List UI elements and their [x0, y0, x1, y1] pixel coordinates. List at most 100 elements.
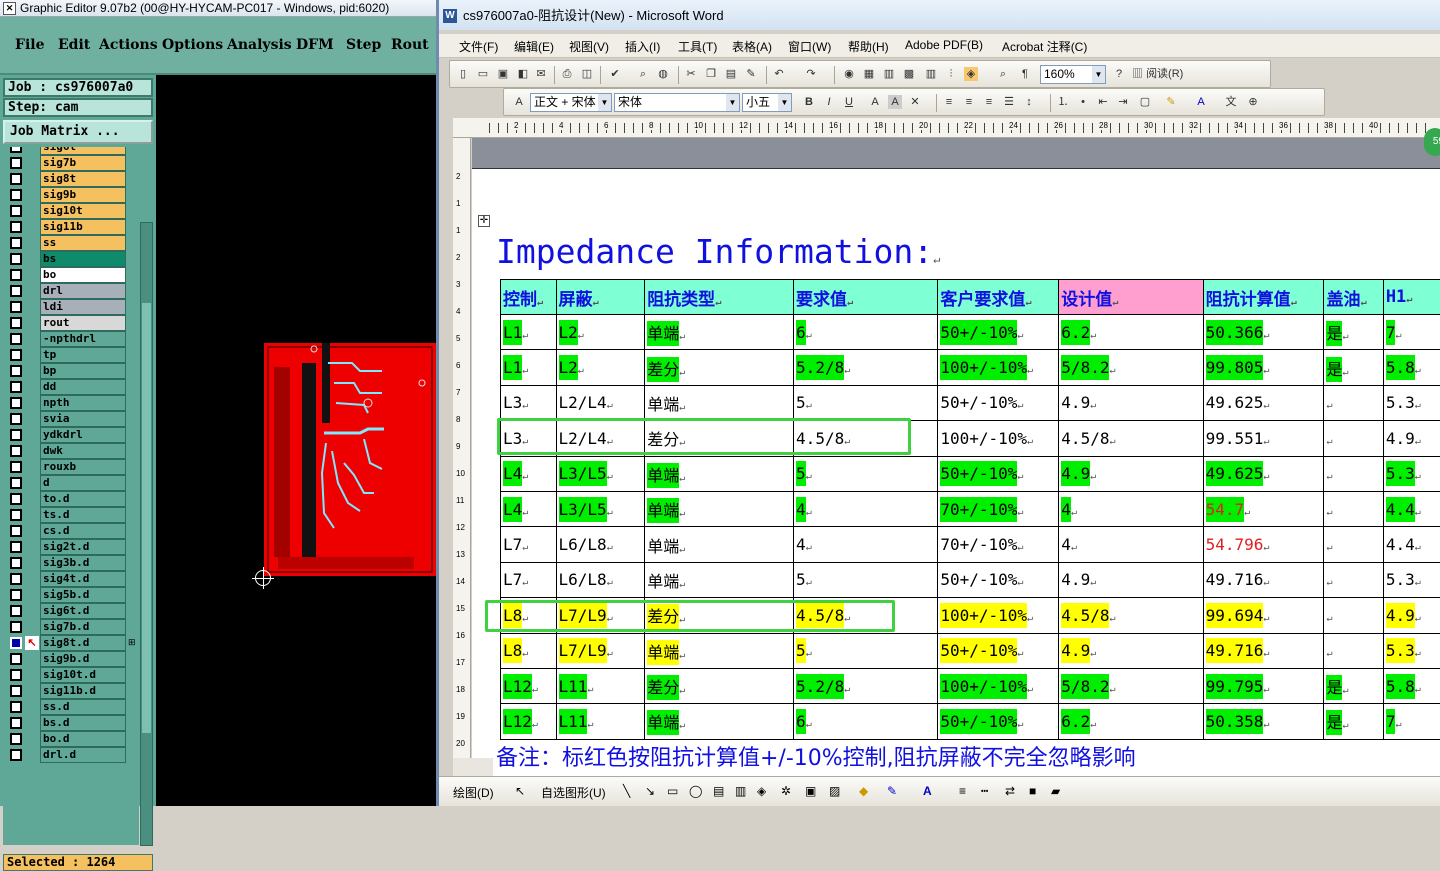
layer-checkbox[interactable] [10, 301, 22, 313]
columns-icon[interactable]: ▥ [924, 67, 938, 81]
layer-name[interactable]: sig3b.d [40, 555, 126, 571]
header-cell[interactable]: 控制↵ [501, 280, 557, 315]
table-cell[interactable]: ↵ [1324, 527, 1383, 562]
layer-name[interactable]: npth [40, 395, 126, 411]
layer-row[interactable]: sig9b.d [3, 651, 139, 667]
layer-checkbox[interactable] [10, 237, 22, 249]
table-cell[interactable]: L7↵ [501, 562, 557, 597]
table-cell[interactable]: 是↵ [1324, 315, 1383, 350]
layer-row[interactable]: ldi [3, 299, 139, 315]
table-cell[interactable]: 4.4↵ [1383, 527, 1440, 562]
layer-name[interactable]: ss.d [40, 699, 126, 715]
layer-name[interactable]: sig2t.d [40, 539, 126, 555]
arrow-icon[interactable]: ↘ [645, 784, 655, 798]
table-cell[interactable]: 差分↵ [645, 668, 794, 703]
header-cell[interactable]: 阻抗类型↵ [645, 280, 794, 315]
research-icon[interactable]: ⌕ [636, 67, 650, 81]
table-cell[interactable]: L1↵ [501, 315, 557, 350]
layer-row[interactable]: svia [3, 411, 139, 427]
layer-checkbox[interactable] [10, 317, 22, 329]
table-cell[interactable]: 50+/-10%↵ [938, 456, 1059, 491]
table-cell[interactable]: ↵ [1324, 456, 1383, 491]
header-cell[interactable]: 要求值↵ [794, 280, 938, 315]
layer-list[interactable]: sig6tsig7bsig8tsig9bsig10tsig11bssbsbodr… [3, 147, 139, 845]
table-cell[interactable]: L2/L4↵ [556, 385, 645, 420]
layer-checkbox[interactable] [10, 189, 22, 201]
autoshapes-menu[interactable]: 自选图形(U) [541, 784, 606, 801]
layer-checkbox[interactable] [10, 205, 22, 217]
layer-row[interactable]: sig7b [3, 155, 139, 171]
menu-tools[interactable]: 工具(T) [678, 38, 717, 55]
layer-row[interactable]: sig10t.d [3, 667, 139, 683]
menu-file[interactable]: File [15, 37, 44, 53]
layer-name[interactable]: ydkdrl [40, 427, 126, 443]
document-page[interactable]: ✛ Impedance Information:↵ 控制↵ 屏蔽↵ 阻抗类型↵ … [472, 138, 1440, 776]
layer-row[interactable]: ↖sig8t.d⊞ [3, 635, 139, 651]
table-cell[interactable]: 5.3↵ [1383, 385, 1440, 420]
layer-row[interactable]: cs.d [3, 523, 139, 539]
graphic-editor-titlebar[interactable]: ✕ Graphic Editor 9.07b2 (00@HY-HYCAM-PC0… [0, 0, 436, 17]
table-cell[interactable]: 4.5/8↵ [1059, 421, 1203, 456]
undo-icon[interactable]: ↶ [772, 67, 786, 81]
table-cell[interactable]: 100+/-10%↵ [938, 350, 1059, 385]
menu-options[interactable]: Options [162, 37, 223, 53]
picture-icon[interactable]: ▨ [829, 784, 840, 798]
table-cell[interactable]: 70+/-10%↵ [938, 491, 1059, 526]
layer-checkbox[interactable] [10, 573, 22, 585]
distributed-icon[interactable]: ☰ [1002, 95, 1016, 109]
layer-row[interactable]: sig11b.d [3, 683, 139, 699]
layer-name[interactable]: ts.d [40, 507, 126, 523]
layer-name[interactable]: sig8t.d [40, 635, 126, 651]
paste-icon[interactable]: ▤ [724, 67, 738, 81]
layer-row[interactable]: sig2t.d [3, 539, 139, 555]
table-cell[interactable]: 5↵ [794, 456, 938, 491]
graphics-canvas[interactable] [156, 75, 436, 806]
layer-name[interactable]: sig7b [40, 155, 126, 171]
layer-name[interactable]: bo.d [40, 731, 126, 747]
table-cell[interactable]: 5↵ [794, 633, 938, 668]
layer-checkbox[interactable] [10, 605, 22, 617]
table-cell[interactable]: L4↵ [501, 456, 557, 491]
layer-name[interactable]: drl [40, 283, 126, 299]
print-icon[interactable]: ⎙ [560, 67, 574, 81]
char-border-icon[interactable]: A [868, 95, 882, 109]
layer-name[interactable]: sig11b [40, 219, 126, 235]
layer-checkbox[interactable] [10, 701, 22, 713]
underline-icon[interactable]: U [842, 95, 856, 109]
align-center-icon[interactable]: ≡ [962, 95, 976, 109]
layer-name[interactable]: dwk [40, 443, 126, 459]
table-move-handle-icon[interactable]: ✛ [478, 215, 490, 227]
layer-row[interactable]: dwk [3, 443, 139, 459]
table-cell[interactable]: L12↵ [501, 668, 557, 703]
layer-row[interactable]: dd [3, 379, 139, 395]
layer-row[interactable]: -npthdrl [3, 331, 139, 347]
table-cell[interactable]: 4.5/8↵ [1059, 598, 1203, 633]
table-cell[interactable]: 7↵ [1383, 315, 1440, 350]
print-preview-icon[interactable]: ◫ [580, 67, 594, 81]
table-cell[interactable]: ↵ [1324, 385, 1383, 420]
permission-icon[interactable]: ◧ [516, 67, 530, 81]
table-cell[interactable]: 单端↵ [645, 704, 794, 739]
layer-name[interactable]: sig10t [40, 203, 126, 219]
layer-checkbox[interactable] [10, 253, 22, 265]
phonetic-guide-icon[interactable]: 文 [1224, 95, 1238, 109]
show-hide-icon[interactable]: ¶ [1018, 67, 1032, 81]
line-color-icon[interactable]: ✎ [887, 784, 897, 798]
table-cell[interactable]: 4↵ [1059, 527, 1203, 562]
layer-checkbox[interactable] [10, 477, 22, 489]
textbox-icon[interactable]: ▤ [713, 784, 724, 798]
table-cell[interactable]: 5.3↵ [1383, 562, 1440, 597]
zoom-select[interactable]: 160%▼ [1040, 65, 1106, 84]
layer-checkbox[interactable] [10, 445, 22, 457]
header-cell[interactable]: 客户要求值↵ [938, 280, 1059, 315]
layer-name[interactable]: cs.d [40, 523, 126, 539]
table-cell[interactable]: 5↵ [794, 562, 938, 597]
styles-formatting-icon[interactable]: A [512, 95, 526, 109]
italic-icon[interactable]: I [822, 95, 836, 109]
table-cell[interactable]: 4.9↵ [1059, 562, 1203, 597]
help-icon[interactable]: ? [1112, 67, 1126, 81]
table-cell[interactable]: 单端↵ [645, 633, 794, 668]
enclose-char-icon[interactable]: ⊕ [1246, 95, 1260, 109]
layer-checkbox[interactable] [10, 685, 22, 697]
table-cell[interactable]: L2↵ [556, 315, 645, 350]
